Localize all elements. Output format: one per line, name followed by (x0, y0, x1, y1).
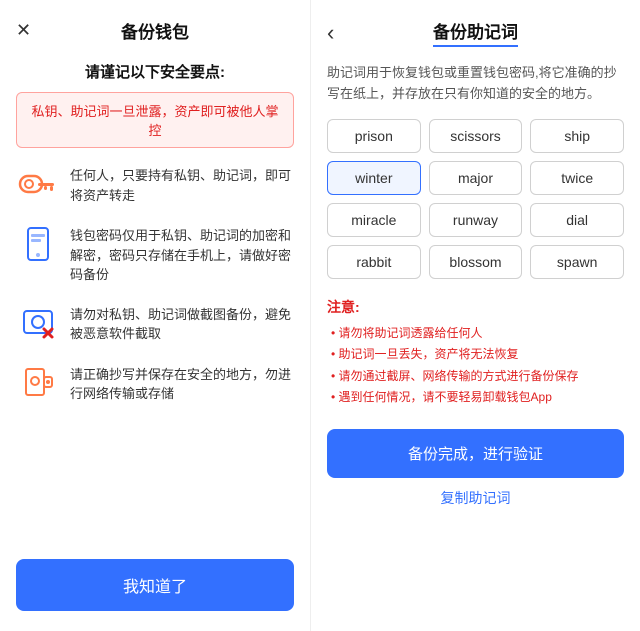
verify-button[interactable]: 备份完成，进行验证 (327, 429, 624, 478)
word-chip-twice: twice (530, 161, 624, 195)
security-item-safe: 请正确抄写并保存在安全的地方，勿进行网络传输或存储 (16, 361, 294, 405)
word-chip-spawn: spawn (530, 245, 624, 279)
notes-item-0: 请勿将助记词透露给任何人 (327, 323, 624, 345)
notes-title: 注意: (327, 297, 624, 317)
left-title: 备份钱包 (121, 18, 189, 43)
security-text-phone: 钱包密码仅用于私钥、助记词的加密和解密，密码只存储在手机上，请做好密码备份 (70, 222, 294, 285)
left-subtitle: 请谨记以下安全要点: (0, 53, 310, 92)
right-header: ‹ 备份助记词 (311, 0, 640, 57)
copy-mnemonic-link[interactable]: 复制助记词 (441, 488, 511, 508)
mnemonic-description: 助记词用于恢复钱包或重置钱包密码,将它准确的抄写在纸上，并存放在只有你知道的安全… (311, 57, 640, 119)
notes-section: 注意: 请勿将助记词透露给任何人助记词一旦丢失，资产将无法恢复请勿通过截屏、网络… (311, 289, 640, 417)
close-icon[interactable]: ✕ (16, 20, 31, 41)
security-text-screenshot: 请勿对私钥、助记词做截图备份，避免被恶意软件截取 (70, 301, 294, 344)
word-chip-blossom: blossom (429, 245, 523, 279)
security-item-key: 任何人，只要持有私钥、助记词，即可将资产转走 (16, 162, 294, 206)
left-header: ✕ 备份钱包 (0, 0, 310, 53)
security-text-key: 任何人，只要持有私钥、助记词，即可将资产转走 (70, 162, 294, 205)
security-list: 任何人，只要持有私钥、助记词，即可将资产转走 钱包密码仅用于私钥、助记词的加密和… (0, 162, 310, 543)
word-chip-rabbit: rabbit (327, 245, 421, 279)
right-title: 备份助记词 (433, 18, 518, 47)
word-chip-major: major (429, 161, 523, 195)
word-chip-scissors: scissors (429, 119, 523, 153)
notes-item-3: 遇到任何情况，请不要轻易卸载钱包App (327, 387, 624, 409)
confirm-button[interactable]: 我知道了 (16, 559, 294, 611)
back-icon[interactable]: ‹ (327, 20, 334, 46)
key-icon (16, 162, 60, 206)
right-bottom: 备份完成，进行验证 复制助记词 (311, 417, 640, 508)
security-text-safe: 请正确抄写并保存在安全的地方，勿进行网络传输或存储 (70, 361, 294, 404)
word-chip-winter: winter (327, 161, 421, 195)
warning-banner: 私钥、助记词一旦泄露，资产即可被他人掌控 (16, 92, 294, 148)
word-chip-ship: ship (530, 119, 624, 153)
word-chip-prison: prison (327, 119, 421, 153)
safe-icon (16, 361, 60, 405)
word-chip-runway: runway (429, 203, 523, 237)
security-item-screenshot: 请勿对私钥、助记词做截图备份，避免被恶意软件截取 (16, 301, 294, 345)
phone-icon (16, 222, 60, 266)
notes-item-2: 请勿通过截屏、网络传输的方式进行备份保存 (327, 366, 624, 388)
notes-list: 请勿将助记词透露给任何人助记词一旦丢失，资产将无法恢复请勿通过截屏、网络传输的方… (327, 323, 624, 409)
screenshot-icon (16, 301, 60, 345)
word-chip-miracle: miracle (327, 203, 421, 237)
word-chip-dial: dial (530, 203, 624, 237)
word-grid: prisonscissorsship wintermajortwice miracl… (311, 119, 640, 289)
notes-item-1: 助记词一旦丢失，资产将无法恢复 (327, 344, 624, 366)
left-panel: ✕ 备份钱包 请谨记以下安全要点: 私钥、助记词一旦泄露，资产即可被他人掌控 任… (0, 0, 310, 631)
right-panel: ‹ 备份助记词 助记词用于恢复钱包或重置钱包密码,将它准确的抄写在纸上，并存放在… (310, 0, 640, 631)
left-bottom: 我知道了 (0, 543, 310, 611)
title-container: 备份助记词 (433, 18, 518, 47)
security-item-phone: 钱包密码仅用于私钥、助记词的加密和解密，密码只存储在手机上，请做好密码备份 (16, 222, 294, 285)
